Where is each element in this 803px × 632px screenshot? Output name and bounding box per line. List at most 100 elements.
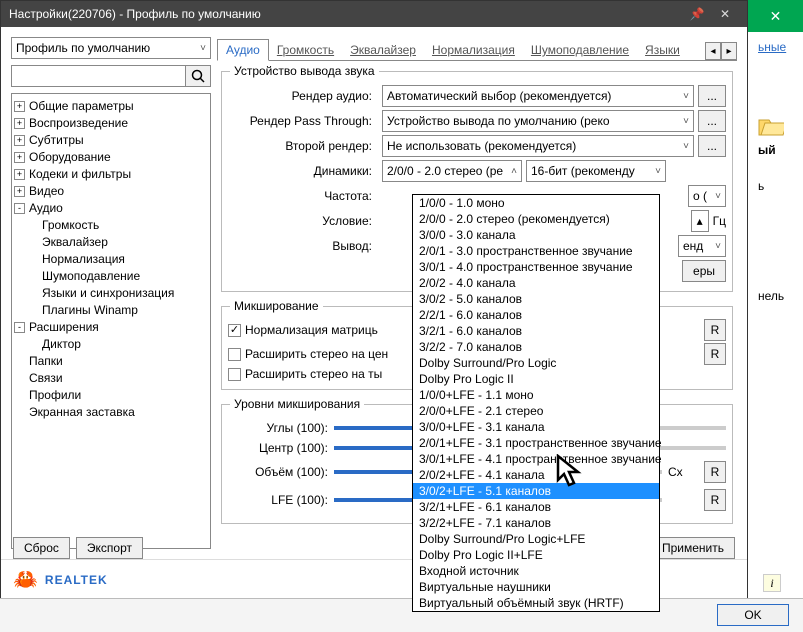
r-button-mix-1[interactable]: R <box>704 319 726 341</box>
tabs: АудиоГромкостьЭквалайзерНормализацияШумо… <box>217 37 737 61</box>
dropdown-item[interactable]: 1/0/0 - 1.0 моно <box>413 195 659 211</box>
tree-item[interactable]: Нормализация <box>14 251 208 268</box>
close-icon[interactable]: ✕ <box>711 7 739 21</box>
dropdown-item[interactable]: 3/0/0 - 3.0 канала <box>413 227 659 243</box>
collapse-icon[interactable]: - <box>14 322 25 333</box>
tree-item[interactable]: Плагины Winamp <box>14 302 208 319</box>
tree-item[interactable]: +Видео <box>14 183 208 200</box>
freq-select[interactable]: о (˅ <box>688 185 726 207</box>
tree-item[interactable]: Диктор <box>14 336 208 353</box>
dropdown-item[interactable]: 3/2/1+LFE - 6.1 каналов <box>413 499 659 515</box>
dropdown-item[interactable]: 3/2/2+LFE - 7.1 каналов <box>413 515 659 531</box>
tree-item[interactable]: Шумоподавление <box>14 268 208 285</box>
tree-item[interactable]: Связи <box>14 370 208 387</box>
tree-item[interactable]: + Воспроизведение <box>14 115 208 132</box>
tree-item-label: Оборудование <box>29 149 111 166</box>
speakers-dropdown-list[interactable]: 1/0/0 - 1.0 моно2/0/0 - 2.0 стерео (реко… <box>412 194 660 612</box>
tree-item-label: Субтитры <box>29 132 84 149</box>
profile-select[interactable]: Профиль по умолчанию ˅ <box>11 37 211 59</box>
normalize-matrix-checkbox[interactable]: ✓ <box>228 324 241 337</box>
render-audio-config-button[interactable]: ... <box>698 85 726 107</box>
nav-tree[interactable]: +Общие параметры+Воспроизведение+Субтитр… <box>11 93 211 549</box>
tab-Громкость[interactable]: Громкость <box>269 40 342 60</box>
dropdown-item[interactable]: Входной источник <box>413 563 659 579</box>
dropdown-item[interactable]: 2/0/2 - 4.0 канала <box>413 275 659 291</box>
dropdown-item[interactable]: 3/0/0+LFE - 3.1 канала <box>413 419 659 435</box>
tab-Эквалайзер[interactable]: Эквалайзер <box>342 40 424 60</box>
expand-center-checkbox[interactable] <box>228 348 241 361</box>
tab-Нормализация[interactable]: Нормализация <box>424 40 523 60</box>
expand-icon[interactable]: + <box>14 118 25 129</box>
dropdown-item[interactable]: 3/0/2+LFE - 5.1 каналов <box>413 483 659 499</box>
tab-scroll-left[interactable]: ◂ <box>705 42 721 60</box>
dropdown-item[interactable]: Виртуальный объёмный звук (HRTF) <box>413 595 659 611</box>
dropdown-item[interactable]: 2/0/1 - 3.0 пространственное звучание <box>413 243 659 259</box>
output-select[interactable]: енд˅ <box>678 235 726 257</box>
second-render-select[interactable]: Не использовать (рекомендуется)˅ <box>382 135 694 157</box>
tree-item[interactable]: Экранная заставка <box>14 404 208 421</box>
dropdown-item[interactable]: 1/0/0+LFE - 1.1 моно <box>413 387 659 403</box>
dropdown-item[interactable]: 3/0/2 - 5.0 каналов <box>413 291 659 307</box>
tree-item[interactable]: Папки <box>14 353 208 370</box>
dropdown-item[interactable]: 2/0/0+LFE - 2.1 стерео <box>413 403 659 419</box>
tree-item[interactable]: -Расширения <box>14 319 208 336</box>
dropdown-item[interactable]: 3/2/2 - 7.0 каналов <box>413 339 659 355</box>
expand-icon[interactable]: + <box>14 169 25 180</box>
second-render-config-button[interactable]: ... <box>698 135 726 157</box>
dropdown-item[interactable]: 3/0/1+LFE - 4.1 пространственное звучани… <box>413 451 659 467</box>
render-passthrough-select[interactable]: Устройство вывода по умолчанию (реко˅ <box>382 110 694 132</box>
tab-Аудио[interactable]: Аудио <box>217 39 269 61</box>
tree-item[interactable]: + Оборудование <box>14 149 208 166</box>
tree-item[interactable]: Эквалайзер <box>14 234 208 251</box>
tree-item[interactable]: Языки и синхронизация <box>14 285 208 302</box>
tab-Шумоподавление[interactable]: Шумоподавление <box>523 40 637 60</box>
export-button[interactable]: Экспорт <box>76 537 143 559</box>
info-button[interactable]: i <box>763 574 781 592</box>
pin-icon[interactable]: 📌 <box>683 7 711 21</box>
tab-scroll-right[interactable]: ▸ <box>721 42 737 60</box>
expand-icon[interactable]: + <box>14 152 25 163</box>
collapse-icon[interactable]: - <box>14 203 25 214</box>
dropdown-item[interactable]: 2/0/1+LFE - 3.1 пространственное звучани… <box>413 435 659 451</box>
dropdown-item[interactable]: Виртуальные наушники <box>413 579 659 595</box>
folder-icon <box>758 114 784 136</box>
tree-item[interactable]: -Аудио <box>14 200 208 217</box>
speakers-select[interactable]: 2/0/0 - 2.0 стерео (ре˄ <box>382 160 522 182</box>
dropdown-item[interactable]: 2/2/1 - 6.0 каналов <box>413 307 659 323</box>
tree-item-label: Воспроизведение <box>29 115 128 132</box>
expand-icon[interactable]: + <box>14 101 25 112</box>
render-passthrough-config-button[interactable]: ... <box>698 110 726 132</box>
search-input[interactable] <box>11 65 185 87</box>
dropdown-item[interactable]: 2/0/2+LFE - 4.1 канала <box>413 467 659 483</box>
tree-item-label: Кодеки и фильтры <box>29 166 131 183</box>
r-button-mix-2[interactable]: R <box>704 343 726 365</box>
ok-bar: OK <box>0 598 803 632</box>
search-button[interactable] <box>185 65 211 87</box>
dropdown-item[interactable]: 3/0/1 - 4.0 пространственное звучание <box>413 259 659 275</box>
dropdown-item[interactable]: Dolby Pro Logic II <box>413 371 659 387</box>
tab-Языки[interactable]: Языки <box>637 40 688 60</box>
ok-button[interactable]: OK <box>717 604 789 626</box>
expand-icon[interactable]: + <box>14 135 25 146</box>
dropdown-item[interactable]: Dolby Surround/Pro Logic+LFE <box>413 531 659 547</box>
tree-item[interactable]: +Общие параметры <box>14 98 208 115</box>
tree-item[interactable]: + Кодеки и фильтры <box>14 166 208 183</box>
freq-spinner[interactable]: ▴ <box>691 210 709 232</box>
speakers-config-button[interactable]: еры <box>682 260 726 282</box>
expand-rear-checkbox[interactable] <box>228 368 241 381</box>
reset-button[interactable]: Сброс <box>13 537 70 559</box>
dropdown-item[interactable]: 2/0/0 - 2.0 стерео (рекомендуется) <box>413 211 659 227</box>
tree-item[interactable]: Громкость <box>14 217 208 234</box>
r-button-lfe[interactable]: R <box>704 489 726 511</box>
bitdepth-select[interactable]: 16-бит (рекоменду˅ <box>526 160 666 182</box>
r-button-volume[interactable]: R <box>704 461 726 483</box>
tree-item[interactable]: Профили <box>14 387 208 404</box>
outer-close-button[interactable]: ✕ <box>748 0 803 32</box>
tree-item[interactable]: + Субтитры <box>14 132 208 149</box>
expand-icon[interactable]: + <box>14 186 25 197</box>
dropdown-item[interactable]: 3/2/1 - 6.0 каналов <box>413 323 659 339</box>
dropdown-item[interactable]: Dolby Pro Logic II+LFE <box>413 547 659 563</box>
render-audio-select[interactable]: Автоматический выбор (рекомендуется)˅ <box>382 85 694 107</box>
dropdown-item[interactable]: Dolby Surround/Pro Logic <box>413 355 659 371</box>
apply-button[interactable]: Применить <box>651 537 735 559</box>
